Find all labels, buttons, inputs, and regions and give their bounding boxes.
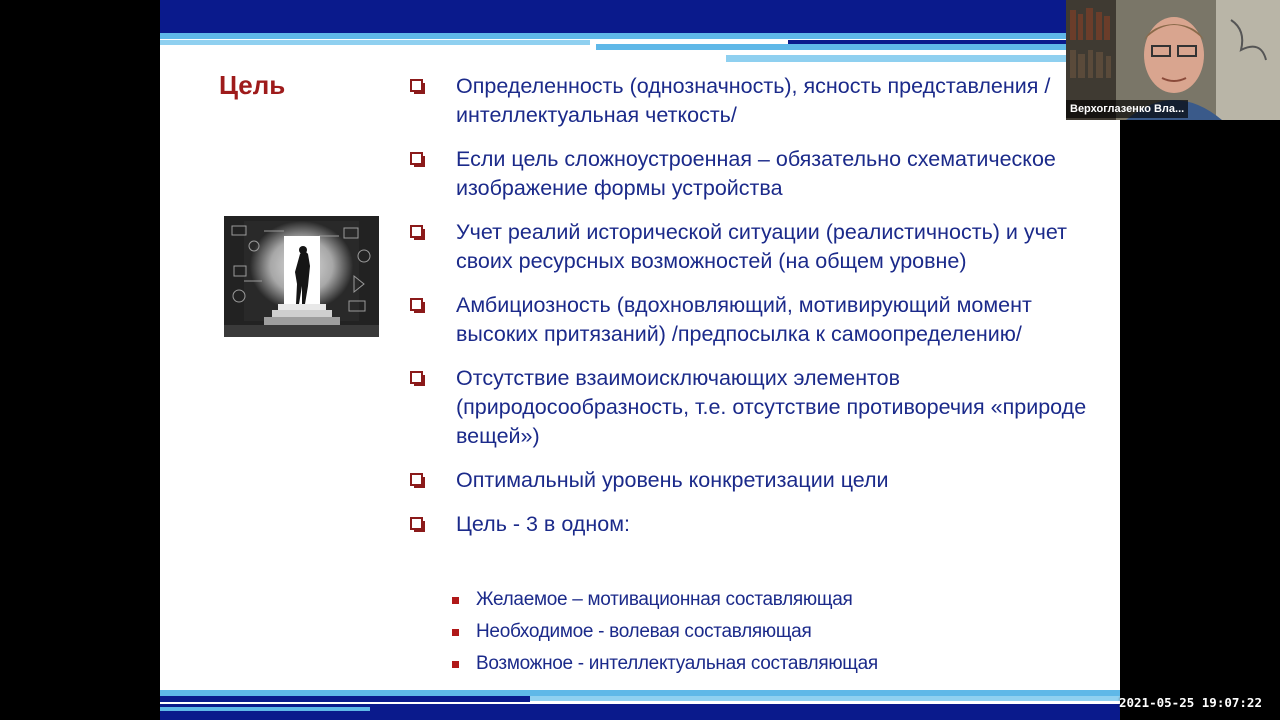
presentation-slide: Цель Определенность (однозначность), ясн… <box>160 0 1120 720</box>
participant-name: Верхоглазенко Вла... <box>1066 100 1189 118</box>
checkbox-bullet-icon <box>410 79 425 94</box>
checkbox-bullet-icon <box>410 298 425 313</box>
list-item: Учет реалий исторической ситуации (реали… <box>408 218 1108 276</box>
checkbox-bullet-icon <box>410 473 425 488</box>
top-band-light-2 <box>160 40 590 45</box>
list-item: Если цель сложноустроенная – обязательно… <box>408 145 1108 203</box>
list-item: Цель - 3 в одном: <box>408 510 1108 539</box>
slide-illustration <box>224 216 379 337</box>
list-item: Отсутствие взаимоисключающих элементов (… <box>408 364 1108 451</box>
bottom-band-light-2 <box>530 696 1120 701</box>
top-band-light-3 <box>596 44 1120 50</box>
list-item: Оптимальный уровень конкретизации цели <box>408 466 1108 495</box>
doorway-illustration <box>224 216 379 337</box>
checkbox-bullet-icon <box>410 371 425 386</box>
criteria-list: Определенность (однозначность), ясность … <box>408 72 1108 554</box>
square-bullet-icon <box>452 597 459 604</box>
list-item: Амбициозность (вдохновляющий, мотивирующ… <box>408 291 1108 349</box>
sub-list-item: Возможное - интеллектуальная составляюща… <box>452 648 878 680</box>
checkbox-bullet-icon <box>410 225 425 240</box>
square-bullet-icon <box>452 629 459 636</box>
bottom-band-dark-1 <box>160 696 530 702</box>
sub-list-item: Желаемое – мотивационная составляющая <box>452 584 878 616</box>
top-band-light-1 <box>160 33 1120 39</box>
checkbox-bullet-icon <box>410 152 425 167</box>
sub-list-item: Необходимое - волевая составляющая <box>452 616 878 648</box>
top-band-dark <box>160 0 1120 33</box>
slide-title: Цель <box>219 70 286 100</box>
square-bullet-icon <box>452 661 459 668</box>
recording-timestamp: 2021-05-25 19:07:22 <box>1119 695 1262 710</box>
top-band-light-4 <box>726 55 1120 62</box>
list-item: Определенность (однозначность), ясность … <box>408 72 1108 130</box>
bottom-band-light-3 <box>160 707 370 711</box>
webcam-thumbnail[interactable]: Верхоглазенко Вла... <box>1066 0 1280 120</box>
checkbox-bullet-icon <box>410 517 425 532</box>
sub-list: Желаемое – мотивационная составляющая Не… <box>452 584 878 680</box>
